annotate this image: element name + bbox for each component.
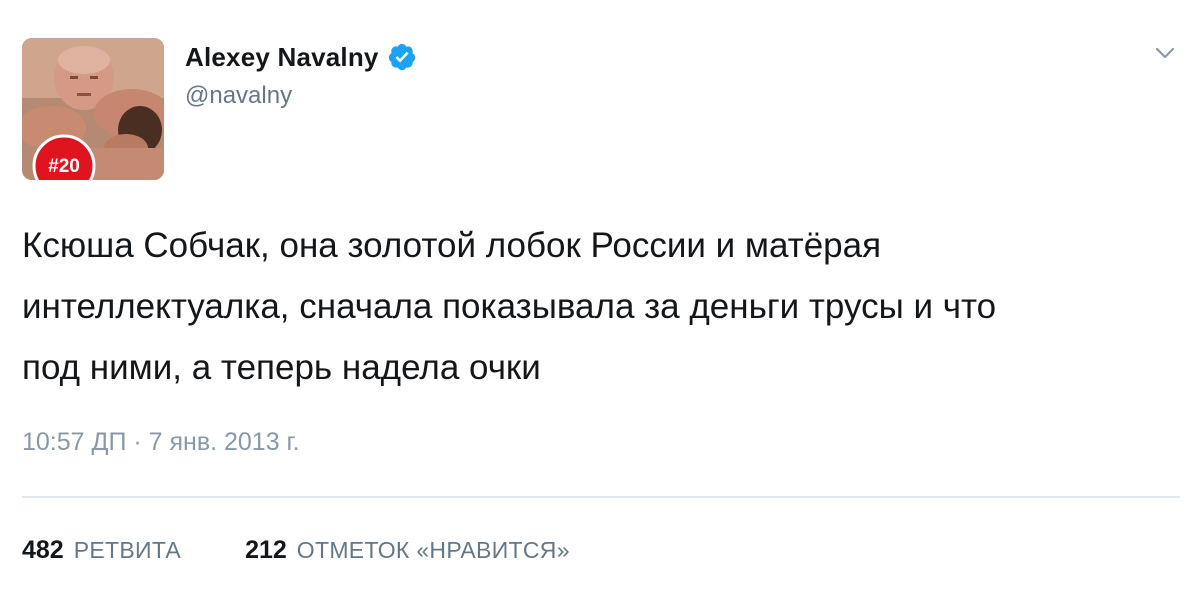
author-name-row: Alexey Navalny	[185, 40, 417, 74]
verified-badge-icon	[388, 43, 415, 71]
like-count-stat[interactable]: 212 ОТМЕТОК «НРАВИТСЯ»	[245, 536, 570, 565]
retweet-label: РЕТВИТА	[73, 537, 182, 563]
author-block: Alexey Navalny @navalny	[185, 40, 417, 110]
retweet-count: 482	[22, 536, 64, 564]
chevron-down-icon[interactable]	[1154, 46, 1176, 60]
like-label: ОТМЕТОК «НРАВИТСЯ»	[296, 537, 570, 563]
avatar-image: #20	[22, 38, 164, 180]
divider	[22, 496, 1180, 498]
retweet-count-stat[interactable]: 482 РЕТВИТА	[22, 536, 181, 565]
author-display-name[interactable]: Alexey Navalny	[185, 42, 379, 73]
author-handle[interactable]: @navalny	[185, 82, 417, 110]
tweet-stats: 482 РЕТВИТА 212 ОТМЕТОК «НРАВИТСЯ»	[22, 536, 570, 565]
avatar-badge-text: #20	[48, 156, 80, 177]
avatar[interactable]: #20	[22, 38, 164, 180]
like-count: 212	[245, 536, 287, 564]
tweet-timestamp[interactable]: 10:57 ДП · 7 янв. 2013 г.	[22, 428, 300, 457]
tweet-card: #20 Alexey Navalny @navalny Ксюша Собчак…	[0, 0, 1200, 604]
tweet-text: Ксюша Собчак, она золотой лобок России и…	[22, 226, 997, 387]
